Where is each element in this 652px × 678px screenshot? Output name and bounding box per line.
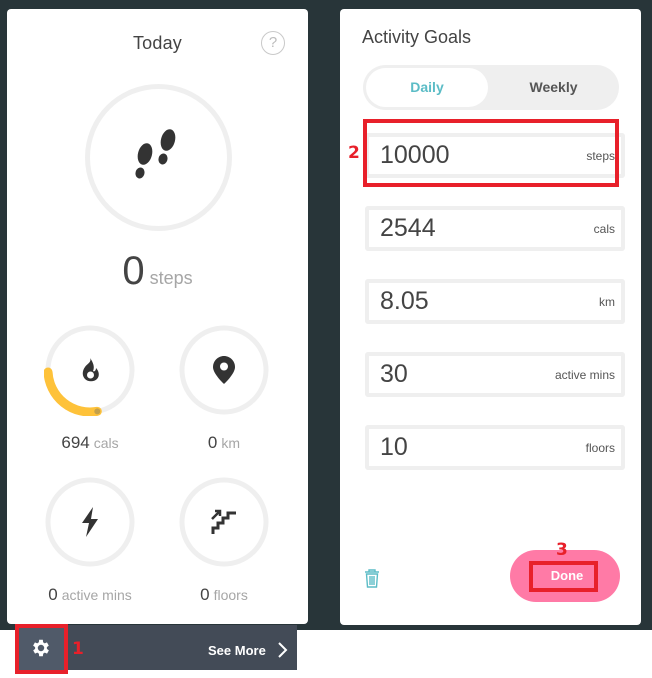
steps-ring[interactable] [85, 84, 232, 231]
period-toggle: Daily Weekly [363, 65, 619, 110]
cals-unit: cals [93, 435, 119, 451]
km-goal-value: 8.05 [380, 287, 429, 315]
tab-daily[interactable]: Daily [366, 68, 488, 107]
annotation-box-3 [529, 561, 598, 592]
steps-value: 0 [122, 249, 145, 293]
km-unit: km [221, 435, 241, 451]
floors-ring[interactable] [178, 476, 270, 568]
footprints-icon [135, 129, 176, 179]
floors-unit: floors [213, 587, 248, 603]
km-ring[interactable] [178, 324, 270, 416]
floors-goal-value: 10 [380, 433, 408, 461]
cals-goal-field[interactable]: 2544 cals [365, 206, 625, 251]
flame-icon [82, 358, 99, 382]
cals-ring[interactable] [44, 324, 136, 416]
chevron-right-icon[interactable] [276, 641, 288, 659]
annotation-box-2 [363, 119, 619, 187]
active-mins-value: 0 [48, 585, 58, 604]
active-mins-goal-field[interactable]: 30 active mins [365, 352, 625, 397]
annotation-number-1: 1 [72, 639, 84, 659]
cals-value: 694 [61, 433, 90, 452]
active-mins-goal-value: 30 [380, 360, 408, 388]
floors-value: 0 [200, 585, 210, 604]
floors-goal-field[interactable]: 10 floors [365, 425, 625, 470]
annotation-number-2: 2 [348, 143, 360, 163]
trash-icon[interactable] [364, 569, 380, 588]
km-value: 0 [207, 433, 218, 452]
cals-goal-value: 2544 [380, 214, 436, 242]
tab-weekly[interactable]: Weekly [491, 68, 616, 107]
floors-label: 0 floors [154, 585, 294, 605]
annotation-number-3: 3 [556, 540, 568, 560]
km-goal-unit: km [599, 295, 615, 309]
annotation-box-1 [15, 624, 68, 674]
floors-goal-unit: floors [585, 441, 615, 455]
steps-count: 0 steps [7, 249, 308, 294]
stairs-icon [211, 509, 236, 534]
goals-title: Activity Goals [362, 27, 472, 47]
today-card: Today ? 0 steps 694 cals 0 km 0 active m… [7, 9, 308, 624]
steps-unit: steps [149, 268, 193, 288]
cals-label: 694 cals [20, 433, 160, 453]
km-label: 0 km [154, 433, 294, 453]
see-more-link[interactable]: See More [208, 643, 266, 658]
cals-goal-unit: cals [593, 222, 615, 236]
lightning-icon [82, 507, 98, 537]
activity-goals-card: Activity Goals Daily Weekly 10000 steps … [340, 9, 641, 625]
map-pin-icon [213, 356, 235, 384]
active-mins-label: 0 active mins [20, 585, 160, 605]
question-circle-icon[interactable]: ? [261, 31, 285, 55]
km-goal-field[interactable]: 8.05 km [365, 279, 625, 324]
active-mins-ring[interactable] [44, 476, 136, 568]
active-mins-goal-unit: active mins [554, 368, 615, 382]
active-mins-unit: active mins [61, 587, 132, 603]
